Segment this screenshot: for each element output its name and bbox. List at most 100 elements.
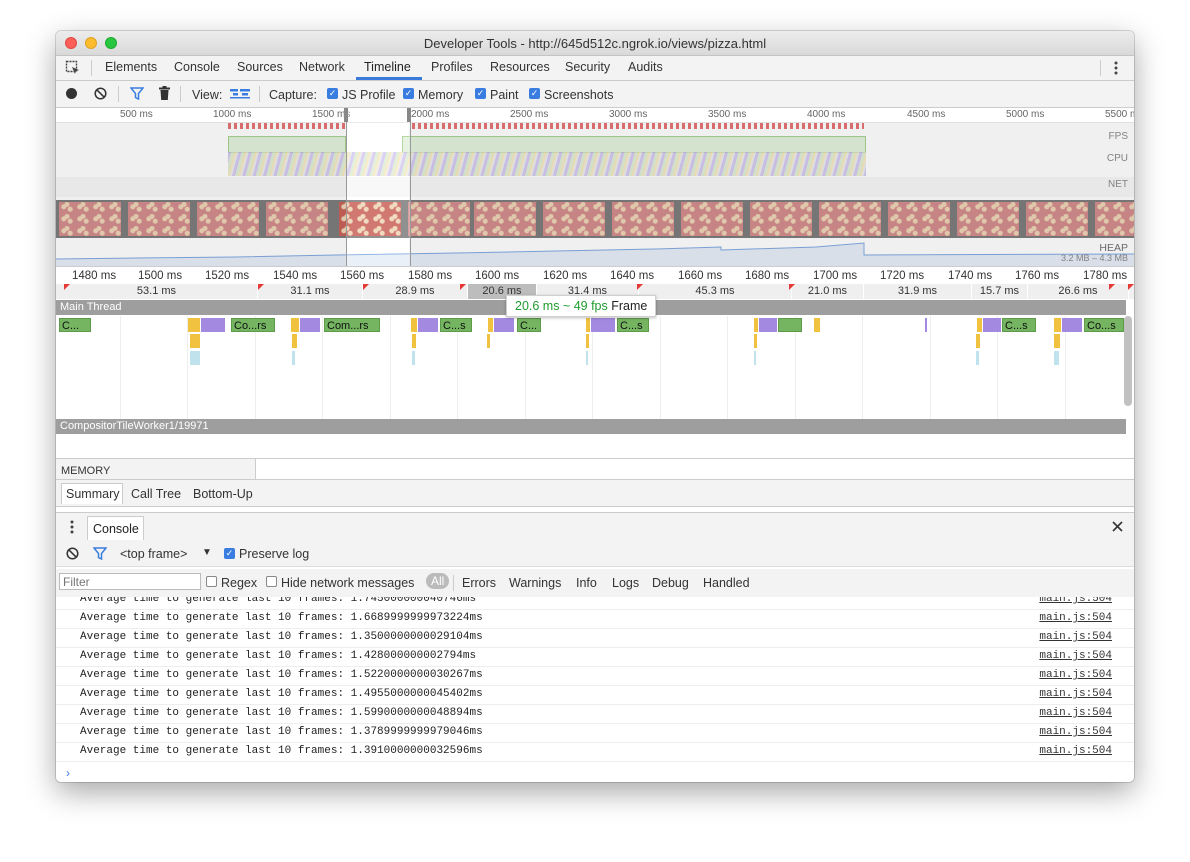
flame-event[interactable] <box>190 351 200 365</box>
memory-section[interactable]: MEMORY <box>56 458 1134 479</box>
drawer-menu-icon[interactable] <box>70 520 74 537</box>
frame-bar[interactable]: 31.9 ms <box>864 284 972 299</box>
source-link[interactable]: main.js:504 <box>1039 669 1112 681</box>
flame-event[interactable] <box>188 318 200 332</box>
flame-event[interactable] <box>814 318 820 332</box>
clear-icon[interactable] <box>94 87 107 103</box>
flame-event[interactable] <box>418 318 438 332</box>
flame-event[interactable] <box>291 318 299 332</box>
flame-event[interactable] <box>292 334 297 348</box>
flame-event[interactable] <box>412 334 416 348</box>
flame-event[interactable] <box>983 318 1001 332</box>
flame-chart-view-icon[interactable] <box>229 88 251 103</box>
memory-checkbox[interactable]: ✓ <box>403 88 414 99</box>
source-link[interactable]: main.js:504 <box>1039 707 1112 719</box>
garbage-collect-icon[interactable] <box>159 86 170 103</box>
flame-event[interactable]: C...s <box>617 318 649 332</box>
flame-event[interactable] <box>412 351 415 365</box>
preserve-log-checkbox[interactable]: ✓ <box>224 548 235 559</box>
tab-call-tree[interactable]: Call Tree <box>131 487 181 501</box>
source-link[interactable]: main.js:504 <box>1039 745 1112 757</box>
flame-event[interactable] <box>925 318 927 332</box>
flame-event[interactable]: Co...s <box>1084 318 1124 332</box>
selection-window[interactable] <box>346 108 411 266</box>
source-link[interactable]: main.js:504 <box>1039 631 1112 643</box>
console-messages[interactable]: Average time to generate last 10 frames:… <box>56 597 1134 782</box>
console-filter-icon[interactable] <box>92 547 108 563</box>
flame-event[interactable] <box>1054 334 1060 348</box>
flame-event[interactable] <box>1062 318 1082 332</box>
source-link[interactable]: main.js:504 <box>1039 726 1112 738</box>
flame-event[interactable] <box>586 318 590 332</box>
level-warnings-button[interactable]: Warnings <box>509 576 561 590</box>
drawer-tab-console[interactable]: Console <box>87 516 144 540</box>
tab-network[interactable]: Network <box>299 60 345 74</box>
frame-bar[interactable]: 28.9 ms <box>363 284 468 299</box>
tab-audits[interactable]: Audits <box>628 60 663 74</box>
flame-event[interactable] <box>976 334 980 348</box>
selection-right-handle[interactable] <box>407 108 411 122</box>
flame-event[interactable]: C...s <box>1002 318 1036 332</box>
tab-summary[interactable]: Summary <box>66 487 119 501</box>
hide-network-checkbox[interactable] <box>266 576 277 587</box>
level-debug-button[interactable]: Debug <box>652 576 689 590</box>
flame-event[interactable] <box>977 318 982 332</box>
level-errors-button[interactable]: Errors <box>462 576 496 590</box>
tab-timeline[interactable]: Timeline <box>364 60 411 74</box>
flame-event[interactable] <box>778 318 802 332</box>
inspect-element-icon[interactable] <box>65 60 81 79</box>
tab-profiles[interactable]: Profiles <box>431 60 473 74</box>
console-prompt[interactable]: › <box>66 766 70 780</box>
flame-event[interactable] <box>190 334 200 348</box>
flame-chart-scrollbar[interactable] <box>1124 316 1132 406</box>
flame-event[interactable] <box>591 318 615 332</box>
flame-event[interactable] <box>586 351 588 365</box>
flame-event[interactable] <box>976 351 979 365</box>
paint-checkbox[interactable]: ✓ <box>475 88 486 99</box>
level-all-button[interactable]: All <box>426 573 450 589</box>
source-link[interactable]: main.js:504 <box>1039 597 1112 605</box>
js-profile-checkbox[interactable]: ✓ <box>327 88 338 99</box>
more-options-icon[interactable] <box>1114 61 1118 78</box>
source-link[interactable]: main.js:504 <box>1039 612 1112 624</box>
frame-bar[interactable]: 45.3 ms <box>639 284 792 299</box>
clear-console-icon[interactable] <box>66 547 79 563</box>
frame-bar[interactable]: 31.1 ms <box>258 284 363 299</box>
console-filter-input[interactable] <box>59 573 201 590</box>
flame-event[interactable] <box>754 318 758 332</box>
flame-event[interactable] <box>586 334 589 348</box>
flame-event[interactable] <box>754 351 756 365</box>
tab-bottom-up[interactable]: Bottom-Up <box>193 487 253 501</box>
tab-sources[interactable]: Sources <box>237 60 283 74</box>
main-thread-flame-chart[interactable]: C... Co...rs Com...rs C...s C... C...s C… <box>56 316 1126 419</box>
flame-event[interactable] <box>201 318 225 332</box>
frame-bar[interactable]: 21.0 ms <box>792 284 864 299</box>
tab-elements[interactable]: Elements <box>105 60 157 74</box>
flame-event[interactable] <box>1054 351 1059 365</box>
close-drawer-icon[interactable] <box>1112 521 1123 535</box>
level-info-button[interactable]: Info <box>576 576 597 590</box>
context-selector[interactable]: <top frame> <box>120 547 187 561</box>
flame-event[interactable]: Com...rs <box>324 318 380 332</box>
flame-event[interactable]: C... <box>59 318 91 332</box>
flame-event[interactable]: C... <box>517 318 541 332</box>
screenshots-checkbox[interactable]: ✓ <box>529 88 540 99</box>
source-link[interactable]: main.js:504 <box>1039 650 1112 662</box>
tab-security[interactable]: Security <box>565 60 610 74</box>
flame-event[interactable] <box>488 318 493 332</box>
level-logs-button[interactable]: Logs <box>612 576 639 590</box>
filter-icon[interactable] <box>129 87 145 103</box>
flame-event[interactable]: Co...rs <box>231 318 275 332</box>
tab-resources[interactable]: Resources <box>490 60 550 74</box>
level-handled-button[interactable]: Handled <box>703 576 750 590</box>
source-link[interactable]: main.js:504 <box>1039 688 1112 700</box>
flame-event[interactable] <box>1054 318 1061 332</box>
frame-bar[interactable]: 53.1 ms <box>56 284 258 299</box>
tab-console[interactable]: Console <box>174 60 220 74</box>
flame-event[interactable] <box>292 351 295 365</box>
regex-checkbox[interactable] <box>206 576 217 587</box>
flame-event[interactable]: C...s <box>440 318 472 332</box>
compositor-thread-header[interactable]: CompositorTileWorker1/19971 <box>56 419 1126 434</box>
flame-event[interactable] <box>300 318 320 332</box>
flame-event[interactable] <box>487 334 490 348</box>
